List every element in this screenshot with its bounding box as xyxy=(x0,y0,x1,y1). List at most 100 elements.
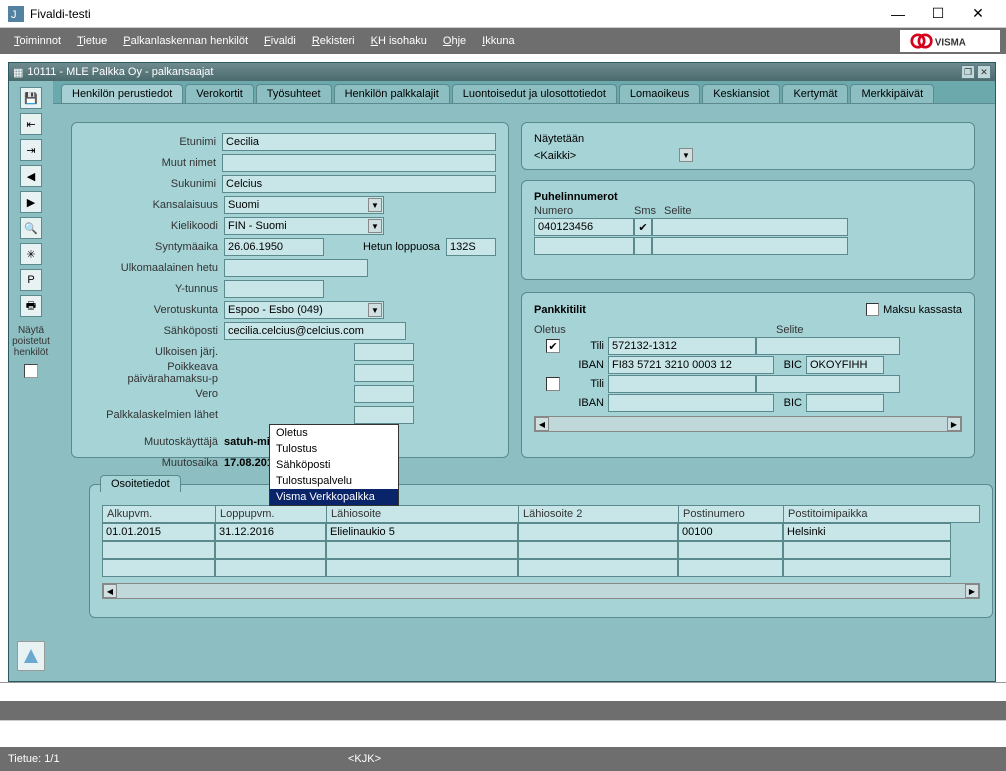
next-record-button[interactable]: ⇥ xyxy=(20,139,42,161)
bank-bic-field[interactable] xyxy=(806,394,884,412)
tab-tyosuhteet[interactable]: Työsuhteet xyxy=(256,84,332,103)
print-button[interactable]: 🖶 xyxy=(20,295,42,317)
bank-iban-field[interactable] xyxy=(608,394,774,412)
bank-oletus-checkbox[interactable] xyxy=(546,377,560,391)
menu-toiminnot[interactable]: Toiminnot xyxy=(6,31,69,51)
scroll-right-icon[interactable]: ▶ xyxy=(947,417,961,431)
tab-henkilon-palkkalajit[interactable]: Henkilön palkkalajit xyxy=(334,84,450,103)
save-icon-button[interactable]: 💾 xyxy=(20,87,42,109)
muut-nimet-field[interactable] xyxy=(222,154,496,172)
inner-restore-button[interactable]: ❐ xyxy=(961,65,975,79)
search-button[interactable]: 🔍 xyxy=(20,217,42,239)
menu-kh-isohaku[interactable]: KH isohaku xyxy=(363,31,435,51)
addr-postinumero-field[interactable] xyxy=(678,559,783,577)
syntymaaika-field[interactable] xyxy=(224,238,324,256)
addr-lahiosoite2-field[interactable] xyxy=(518,541,678,559)
addr-lahiosoite-field[interactable] xyxy=(326,559,518,577)
scroll-right-icon[interactable]: ▶ xyxy=(965,584,979,598)
tab-luontoisedut[interactable]: Luontoisedut ja ulosottotiedot xyxy=(452,84,617,103)
phone-sms-checkbox[interactable] xyxy=(634,237,652,255)
sukunimi-field[interactable] xyxy=(222,175,496,193)
scroll-left-icon[interactable]: ◀ xyxy=(103,584,117,598)
phone-sms-checkbox[interactable]: ✔ xyxy=(634,218,652,236)
tab-henkilon-perustiedot[interactable]: Henkilön perustiedot xyxy=(61,84,183,103)
hidden-field-1[interactable] xyxy=(354,343,414,361)
dropdown-opt-sahkoposti[interactable]: Sähköposti xyxy=(270,457,398,473)
phone-selite-field[interactable] xyxy=(652,218,848,236)
prev-record-button[interactable]: ⇤ xyxy=(20,113,42,135)
addr-lahiosoite2-field[interactable] xyxy=(518,559,678,577)
sahkoposti-field[interactable] xyxy=(224,322,406,340)
menu-fivaldi[interactable]: Fivaldi xyxy=(256,31,304,51)
minimize-button[interactable]: — xyxy=(878,2,918,26)
label-verotuskunta: Verotuskunta xyxy=(84,304,224,316)
addr-postinumero-field[interactable] xyxy=(678,541,783,559)
first-record-button[interactable]: ◀ xyxy=(20,165,42,187)
bank-tili-field[interactable] xyxy=(608,337,756,355)
chevron-down-icon: ▼ xyxy=(679,148,693,162)
last-record-button[interactable]: ▶ xyxy=(20,191,42,213)
phone-numero-field[interactable] xyxy=(534,218,634,236)
bank-oletus-checkbox[interactable]: ✔ xyxy=(546,339,560,353)
phone-selite-field[interactable] xyxy=(652,237,848,255)
addr-postitoimipaikka-field[interactable] xyxy=(783,541,951,559)
menu-ohje[interactable]: Ohje xyxy=(435,31,474,51)
osoitetiedot-tab[interactable]: Osoitetiedot xyxy=(100,475,181,492)
addr-scrollbar[interactable]: ◀▶ xyxy=(102,583,980,599)
close-button[interactable]: ✕ xyxy=(958,2,998,26)
addr-loppupvm-field[interactable] xyxy=(215,541,326,559)
addr-lahiosoite-field[interactable] xyxy=(326,523,518,541)
addr-postitoimipaikka-field[interactable] xyxy=(783,523,951,541)
p-button[interactable]: P xyxy=(20,269,42,291)
addr-lahiosoite-field[interactable] xyxy=(326,541,518,559)
bank-selite-field[interactable] xyxy=(756,337,900,355)
kansalaisuus-combo[interactable]: Suomi▼ xyxy=(224,196,384,214)
palkkalaskelmien-dropdown[interactable]: Oletus Tulostus Sähköposti Tulostuspalve… xyxy=(269,424,399,506)
bank-selite-field[interactable] xyxy=(756,375,900,393)
menu-tietue[interactable]: Tietue xyxy=(69,31,115,51)
etunimi-field[interactable] xyxy=(222,133,496,151)
addr-alkupvm-field[interactable] xyxy=(102,541,215,559)
new-record-button[interactable]: ✳ xyxy=(20,243,42,265)
naytetaan-combo[interactable]: <Kaikki>▼ xyxy=(534,147,694,165)
bank-tili-field[interactable] xyxy=(608,375,756,393)
hidden-field-4[interactable] xyxy=(354,406,414,424)
addr-postinumero-field[interactable] xyxy=(678,523,783,541)
ulkomaalainen-hetu-field[interactable] xyxy=(224,259,368,277)
addr-alkupvm-field[interactable] xyxy=(102,523,215,541)
phone-numero-field[interactable] xyxy=(534,237,634,255)
hidden-field-2[interactable] xyxy=(354,364,414,382)
tab-merkkipaivat[interactable]: Merkkipäivät xyxy=(850,84,934,103)
show-deleted-checkbox[interactable] xyxy=(24,364,38,378)
maksu-kassasta-checkbox[interactable]: Maksu kassasta xyxy=(866,303,962,316)
ytunnus-field[interactable] xyxy=(224,280,324,298)
dropdown-opt-visma-verkkopalkka[interactable]: Visma Verkkopalkka xyxy=(270,489,398,505)
inner-close-button[interactable]: ✕ xyxy=(977,65,991,79)
bank-bic-field[interactable] xyxy=(806,356,884,374)
scroll-left-icon[interactable]: ◀ xyxy=(535,417,549,431)
addr-row xyxy=(102,523,980,541)
maximize-button[interactable]: ☐ xyxy=(918,2,958,26)
menu-ikkuna[interactable]: Ikkuna xyxy=(474,31,522,51)
dropdown-opt-tulostuspalvelu[interactable]: Tulostuspalvelu xyxy=(270,473,398,489)
tab-keskiansiot[interactable]: Keskiansiot xyxy=(702,84,780,103)
bank-scrollbar[interactable]: ◀▶ xyxy=(534,416,962,432)
triangle-nav-button[interactable] xyxy=(17,641,45,671)
kielikoodi-combo[interactable]: FIN - Suomi▼ xyxy=(224,217,384,235)
dropdown-opt-oletus[interactable]: Oletus xyxy=(270,425,398,441)
tab-verokortit[interactable]: Verokortit xyxy=(185,84,253,103)
addr-postitoimipaikka-field[interactable] xyxy=(783,559,951,577)
bank-iban-field[interactable] xyxy=(608,356,774,374)
menu-rekisteri[interactable]: Rekisteri xyxy=(304,31,363,51)
addr-alkupvm-field[interactable] xyxy=(102,559,215,577)
tab-lomaoikeus[interactable]: Lomaoikeus xyxy=(619,84,700,103)
hetun-loppuosa-field[interactable] xyxy=(446,238,496,256)
verotuskunta-combo[interactable]: Espoo - Esbo (049)▼ xyxy=(224,301,384,319)
hidden-field-3[interactable] xyxy=(354,385,414,403)
addr-loppupvm-field[interactable] xyxy=(215,559,326,577)
tab-kertymat[interactable]: Kertymät xyxy=(782,84,848,103)
addr-loppupvm-field[interactable] xyxy=(215,523,326,541)
addr-lahiosoite2-field[interactable] xyxy=(518,523,678,541)
dropdown-opt-tulostus[interactable]: Tulostus xyxy=(270,441,398,457)
menu-palkanlaskennan[interactable]: Palkanlaskennan henkilöt xyxy=(115,31,256,51)
